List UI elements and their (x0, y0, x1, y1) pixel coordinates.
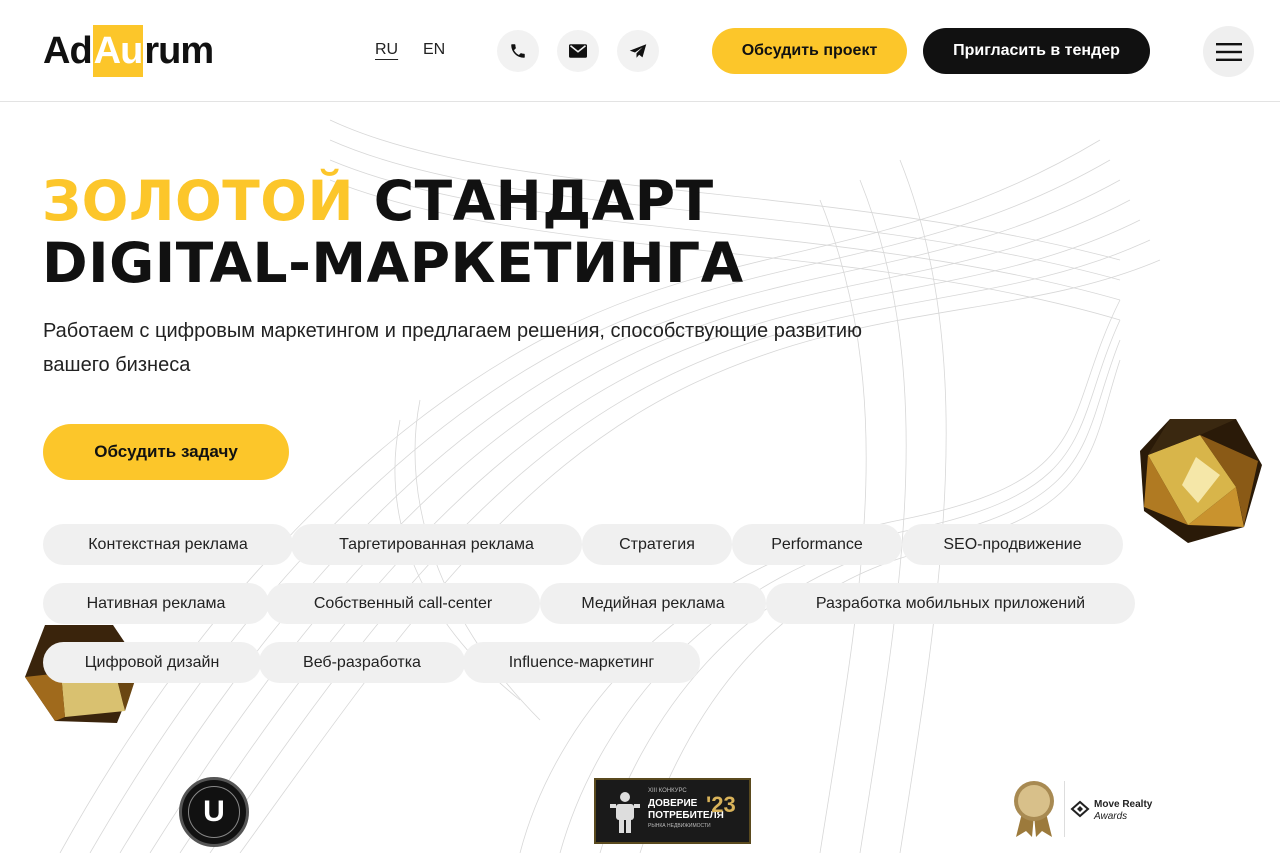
phone-icon (511, 44, 525, 58)
award-trust-line1: ДОВЕРИЕ (648, 798, 698, 809)
site-header: Ad Au rum RU EN Обсудить проект Пригласи… (0, 0, 1280, 102)
service-tag[interactable]: Стратегия (582, 524, 732, 565)
award-trust-year: '23 (706, 792, 736, 817)
service-tag[interactable]: Собственный call-center (266, 583, 540, 624)
invite-tender-button[interactable]: Пригласить в тендер (923, 28, 1150, 74)
telegram-button[interactable] (617, 30, 659, 72)
award-trust-tiny: РЫНКА НЕДВИЖИМОСТИ (648, 823, 711, 829)
hero-title-line2: DIGITAL-МАРКЕТИНГА (42, 231, 744, 295)
discuss-project-button[interactable]: Обсудить проект (712, 28, 907, 74)
logo[interactable]: Ad Au rum (43, 24, 214, 78)
award-figure-icon (610, 792, 640, 833)
hero-title-gold: ЗОЛОТОЙ (42, 169, 355, 233)
logo-part-right: rum (144, 29, 214, 72)
finalist-medal-icon (1014, 781, 1054, 837)
service-tag[interactable]: SEO-продвижение (902, 524, 1123, 565)
service-tag[interactable]: Influence-маркетинг (463, 642, 700, 683)
award-urban-badge: U (179, 777, 249, 847)
award-separator (1064, 781, 1065, 837)
service-tag[interactable]: Веб-разработка (259, 642, 465, 683)
menu-icon (1215, 42, 1242, 61)
service-tag[interactable]: Performance (732, 524, 902, 565)
logo-part-middle: Au (92, 25, 144, 77)
service-tag[interactable]: Таргетированная реклама (291, 524, 582, 565)
lang-ru-link[interactable]: RU (375, 41, 398, 59)
award-move-sub: Awards (1094, 811, 1128, 822)
menu-button[interactable] (1203, 26, 1254, 77)
lang-en-link[interactable]: EN (423, 41, 445, 59)
gold-gem-icon (1140, 419, 1262, 543)
service-tag[interactable]: Контекстная реклама (43, 524, 293, 565)
service-tag[interactable]: Цифровой дизайн (43, 642, 261, 683)
service-tag[interactable]: Медийная реклама (540, 583, 766, 624)
service-tag[interactable]: Разработка мобильных приложений (766, 583, 1135, 624)
hero-title-line1: СТАНДАРТ (373, 169, 714, 233)
service-tag[interactable]: Нативная реклама (43, 583, 269, 624)
phone-button[interactable] (497, 30, 539, 72)
discuss-task-button[interactable]: Обсудить задачу (43, 424, 289, 480)
award-move-realty: Move Realty Awards (1010, 777, 1158, 841)
logo-part-left: Ad (43, 29, 93, 72)
award-consumer-trust: XIII КОНКУРС ДОВЕРИЕ ПОТРЕБИТЕЛЯ РЫНКА Н… (594, 778, 751, 844)
mail-icon (569, 44, 587, 58)
hero-title: ЗОЛОТОЙ СТАНДАРТ DIGITAL-МАРКЕТИНГА (42, 170, 744, 294)
mail-button[interactable] (557, 30, 599, 72)
telegram-icon (629, 44, 647, 58)
award-ring (188, 786, 240, 838)
award-move-name: Move Realty (1094, 799, 1153, 810)
hero-subtitle: Работаем с цифровым маркетингом и предла… (43, 320, 863, 376)
award-trust-small: XIII КОНКУРС (648, 788, 687, 794)
move-realty-logo-icon (1070, 800, 1090, 818)
